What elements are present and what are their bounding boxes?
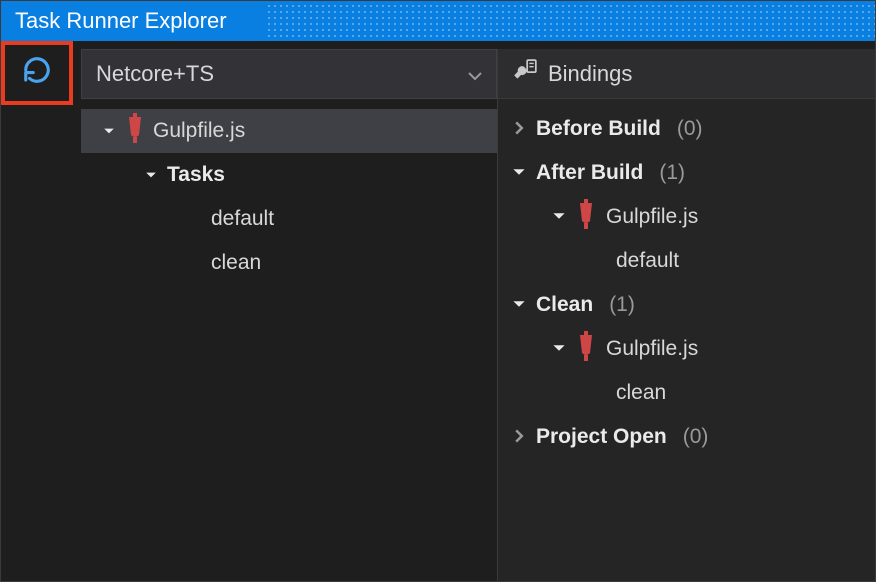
window-title: Task Runner Explorer xyxy=(15,8,227,34)
expander-open-icon[interactable] xyxy=(143,167,159,183)
task-tree-panel: Netcore+TS Gulpfile.js xyxy=(81,41,497,581)
binding-group[interactable]: After Build (1) xyxy=(498,151,875,195)
wrench-icon xyxy=(512,58,538,90)
project-dropdown[interactable]: Netcore+TS xyxy=(81,49,497,99)
binding-group-label: After Build xyxy=(536,161,643,185)
gulp-icon xyxy=(576,331,596,367)
expander-open-icon[interactable] xyxy=(552,205,566,229)
bindings-tree: Before Build (0) After Build (1) xyxy=(498,99,875,467)
content-area: Netcore+TS Gulpfile.js xyxy=(1,41,875,581)
expander-open-icon[interactable] xyxy=(101,123,117,139)
task-label: clean xyxy=(211,251,261,275)
refresh-icon[interactable] xyxy=(22,55,52,91)
refresh-highlight-box xyxy=(1,41,73,105)
binding-file-label: Gulpfile.js xyxy=(606,205,698,229)
toolbar-column xyxy=(1,41,81,581)
task-tree: Gulpfile.js Tasks default clean xyxy=(81,99,497,285)
tree-tasks-label: Tasks xyxy=(167,163,225,187)
binding-group[interactable]: Clean (1) xyxy=(498,283,875,327)
gulp-icon xyxy=(576,199,596,235)
bindings-title: Bindings xyxy=(548,61,632,87)
binding-task-label: clean xyxy=(616,381,666,405)
tree-file-label: Gulpfile.js xyxy=(153,119,245,143)
binding-group[interactable]: Before Build (0) xyxy=(498,107,875,151)
binding-task-item[interactable]: default xyxy=(498,239,875,283)
bindings-panel: Bindings Before Build (0) After Build (1… xyxy=(497,49,875,581)
project-dropdown-value: Netcore+TS xyxy=(96,61,214,87)
binding-group-label: Clean xyxy=(536,293,593,317)
tree-file-node[interactable]: Gulpfile.js xyxy=(81,109,497,153)
binding-group-count: (1) xyxy=(609,293,635,317)
binding-file-node[interactable]: Gulpfile.js xyxy=(498,327,875,371)
binding-task-label: default xyxy=(616,249,679,273)
gulp-icon xyxy=(125,113,145,149)
expander-open-icon[interactable] xyxy=(552,337,566,361)
expander-closed-icon[interactable] xyxy=(512,425,526,449)
binding-group-count: (0) xyxy=(677,117,703,141)
binding-file-label: Gulpfile.js xyxy=(606,337,698,361)
window-titlebar: Task Runner Explorer xyxy=(1,1,875,41)
bindings-header: Bindings xyxy=(498,49,875,99)
expander-closed-icon[interactable] xyxy=(512,117,526,141)
tree-task-item[interactable]: default xyxy=(81,197,497,241)
binding-file-node[interactable]: Gulpfile.js xyxy=(498,195,875,239)
binding-group-label: Before Build xyxy=(536,117,661,141)
binding-group-label: Project Open xyxy=(536,425,667,449)
binding-task-item[interactable]: clean xyxy=(498,371,875,415)
task-label: default xyxy=(211,207,274,231)
binding-group[interactable]: Project Open (0) xyxy=(498,415,875,459)
expander-open-icon[interactable] xyxy=(512,293,526,317)
tree-tasks-node[interactable]: Tasks xyxy=(81,153,497,197)
binding-group-count: (1) xyxy=(659,161,685,185)
tree-task-item[interactable]: clean xyxy=(81,241,497,285)
titlebar-grip xyxy=(266,1,875,41)
expander-open-icon[interactable] xyxy=(512,161,526,185)
binding-group-count: (0) xyxy=(683,425,709,449)
chevron-down-icon xyxy=(468,61,482,87)
